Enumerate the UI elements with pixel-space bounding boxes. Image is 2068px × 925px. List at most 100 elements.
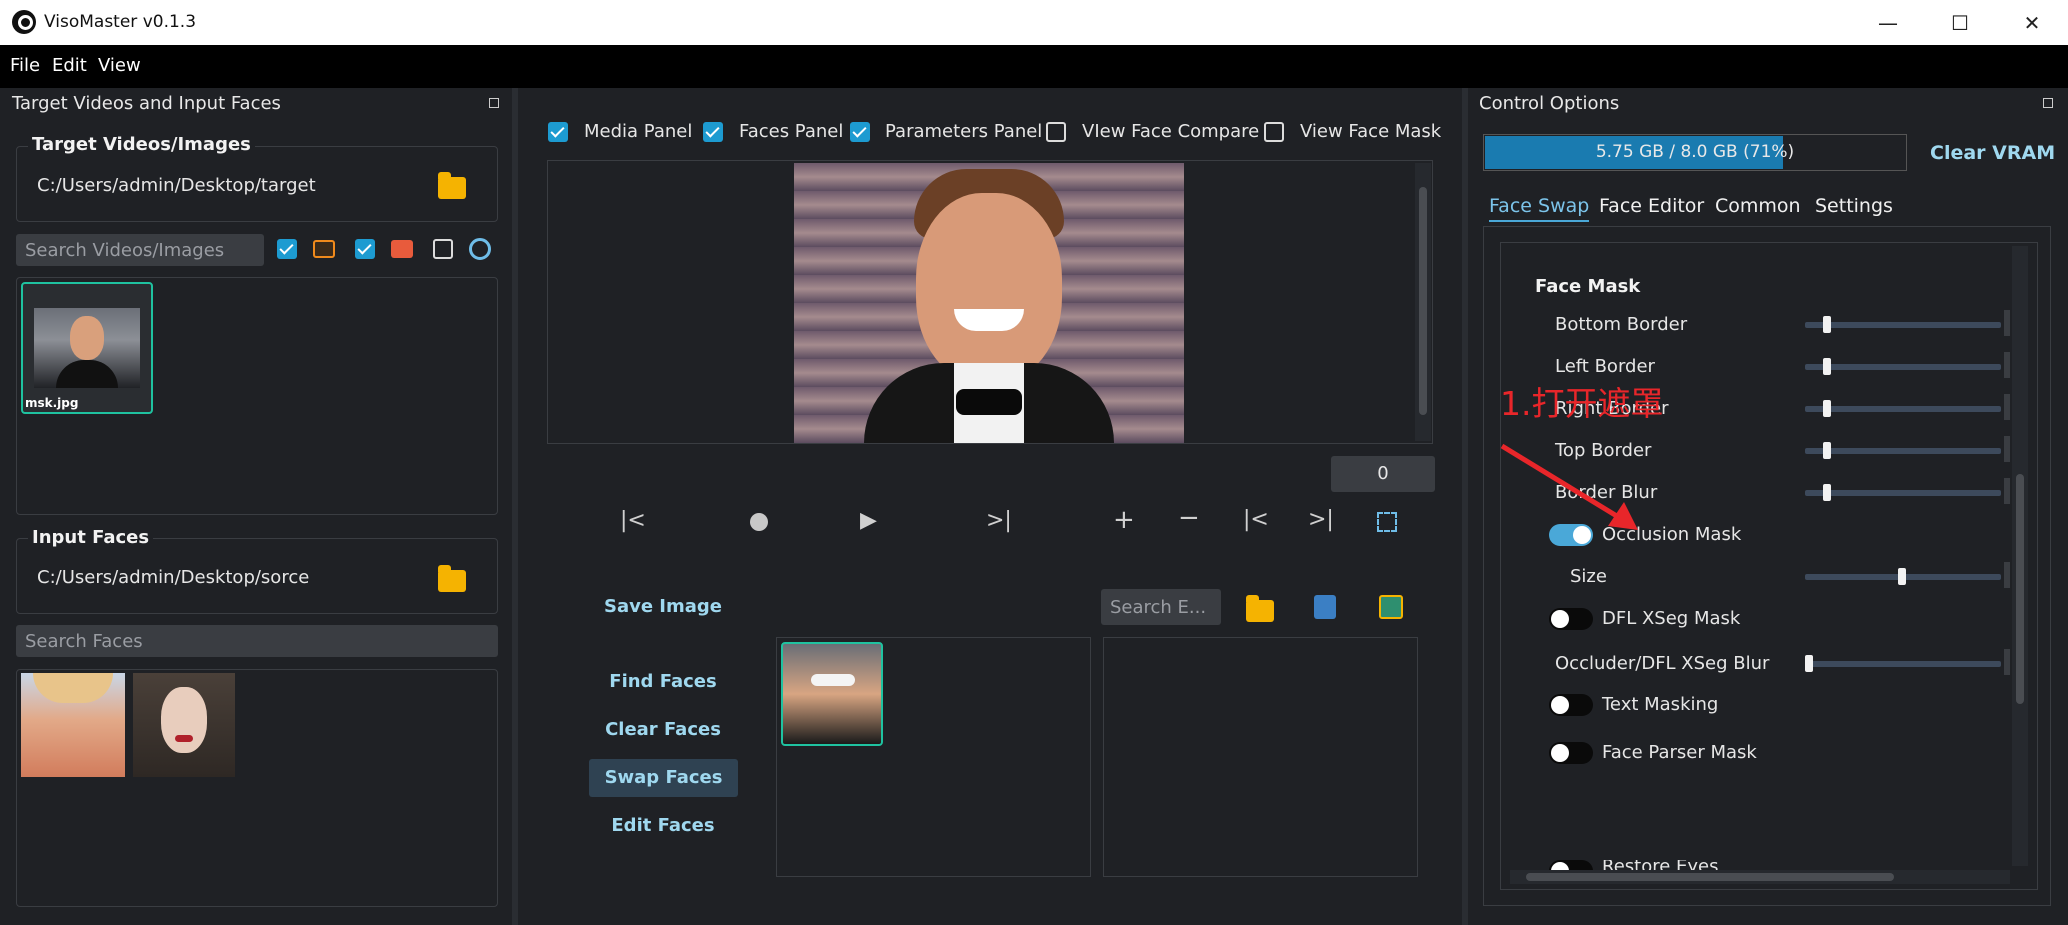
scrollbar-thumb[interactable] [1526,873,1894,881]
record-button[interactable] [750,513,768,531]
clipped-row: Restore Eyes [1540,860,2030,870]
parameters-panel-checkbox[interactable] [850,122,870,142]
bottom-border-handle[interactable] [1823,316,1831,333]
tab-common[interactable]: Common [1715,195,1801,217]
close-button[interactable]: ✕ [1996,0,2068,45]
param-restore: Restore Eyes [1602,860,1719,870]
next-marker-button[interactable]: >| [1308,507,1334,532]
first-frame-button[interactable]: |< [620,508,646,533]
clear-vram-button[interactable]: Clear VRAM [1930,142,2055,164]
filter-webcam-checkbox[interactable] [433,239,453,259]
undock-icon[interactable] [489,98,499,108]
clear-faces-button[interactable]: Clear Faces [590,719,736,743]
param-face-parser: Face Parser Mask [1602,742,1757,763]
parameters-vertical-scrollbar[interactable] [2012,246,2028,866]
occluder-blur-handle[interactable] [1805,655,1813,672]
image-filter-icon [313,240,335,258]
tab-face-editor[interactable]: Face Editor [1599,195,1704,217]
dfl-xseg-toggle[interactable] [1549,608,1593,630]
face-mask-checkbox[interactable] [1264,122,1284,142]
border-blur-handle[interactable] [1823,484,1831,501]
occluder-blur-slider[interactable] [1805,661,2001,667]
target-folder-icon[interactable] [438,172,466,199]
tab-settings[interactable]: Settings [1815,195,1893,217]
face-compare-label: VIew Face Compare [1082,121,1260,142]
param-left-border: Left Border [1555,356,1655,377]
frame-number-input[interactable]: 0 [1331,456,1435,492]
menu-file[interactable]: File [10,55,40,76]
filter-images-checkbox[interactable] [277,239,297,259]
media-panel-label: Media Panel [584,121,693,142]
window-title: VisoMaster v0.1.3 [44,12,197,32]
menu-edit[interactable]: Edit [52,55,87,76]
face-compare-checkbox[interactable] [1046,122,1066,142]
slider-end-cap [2004,562,2010,588]
top-border-slider[interactable] [1805,448,2001,454]
hair-shape [33,673,113,703]
save-embedding-icon[interactable] [1314,595,1336,619]
splitter-left[interactable] [512,88,518,925]
undock-icon[interactable] [2043,98,2053,108]
scrollbar-thumb[interactable] [1419,187,1427,415]
splitter-right[interactable] [1462,88,1468,925]
maximize-button[interactable]: ☐ [1924,0,1996,45]
target-search-input[interactable]: Search Videos/Images [16,234,264,266]
face-shape [916,193,1062,383]
viewer-scrollbar[interactable] [1415,163,1431,441]
text-masking-toggle[interactable] [1549,694,1593,716]
bottom-border-slider[interactable] [1805,322,2001,328]
bowtie-shape [956,389,1022,415]
faces-panel-checkbox[interactable] [703,122,723,142]
tab-face-swap[interactable]: Face Swap [1489,195,1590,222]
remove-marker-button[interactable]: − [1178,503,1200,533]
media-panel-checkbox[interactable] [548,122,568,142]
previous-marker-button[interactable]: |< [1243,507,1269,532]
slider-end-cap [2004,352,2010,378]
parameters-horizontal-scrollbar[interactable] [1510,870,2010,884]
video-viewer[interactable] [547,160,1433,444]
target-group-title: Target Videos/Images [28,134,255,155]
embeddings-list [1103,637,1418,877]
right-border-handle[interactable] [1823,400,1831,417]
load-embedding-icon[interactable] [1246,595,1274,622]
size-handle[interactable] [1898,568,1906,585]
play-button[interactable]: ▶ [860,508,877,533]
save-image-button[interactable]: Save Image [590,596,736,620]
slider-end-cap [2004,310,2010,336]
left-border-handle[interactable] [1823,358,1831,375]
filter-videos-checkbox[interactable] [355,239,375,259]
find-faces-button[interactable]: Find Faces [590,671,736,695]
smile-shape [954,309,1024,331]
input-folder-icon[interactable] [438,565,466,592]
top-border-handle[interactable] [1823,442,1831,459]
restore-toggle[interactable] [1549,860,1593,870]
input-face-1[interactable] [21,673,125,777]
last-frame-button[interactable]: >| [986,508,1012,533]
add-marker-button[interactable]: + [1113,505,1135,535]
left-panel-title: Target Videos and Input Faces [12,93,281,114]
vram-text: 5.75 GB / 8.0 GB (71%) [1595,142,1795,162]
border-blur-slider[interactable] [1805,490,2001,496]
swap-faces-button[interactable]: Swap Faces [589,759,738,797]
param-occluder-blur: Occluder/DFL XSeg Blur [1555,653,1770,674]
menu-view[interactable]: View [98,55,141,76]
lips-shape [175,735,193,742]
scrollbar-thumb[interactable] [2016,474,2024,704]
param-bottom-border: Bottom Border [1555,314,1688,335]
input-path: C:/Users/admin/Desktop/sorce [37,567,310,588]
embedding-search-input[interactable]: Search E... [1101,589,1221,625]
save-embedding-as-icon[interactable] [1379,595,1403,619]
minimize-button[interactable]: — [1852,0,1924,45]
faces-search-input[interactable]: Search Faces [16,625,498,657]
target-thumbnail[interactable]: msk.jpg [21,282,153,414]
input-face-2[interactable] [133,673,235,777]
right-border-slider[interactable] [1805,406,2001,412]
edit-faces-button[interactable]: Edit Faces [590,815,736,839]
face-parser-toggle[interactable] [1549,742,1593,764]
detected-faces-list [776,637,1091,877]
video-filter-icon [391,240,413,258]
detected-face-thumbnail[interactable] [781,642,883,746]
fullscreen-icon[interactable] [1377,512,1397,532]
face-shape [161,687,207,753]
left-border-slider[interactable] [1805,364,2001,370]
